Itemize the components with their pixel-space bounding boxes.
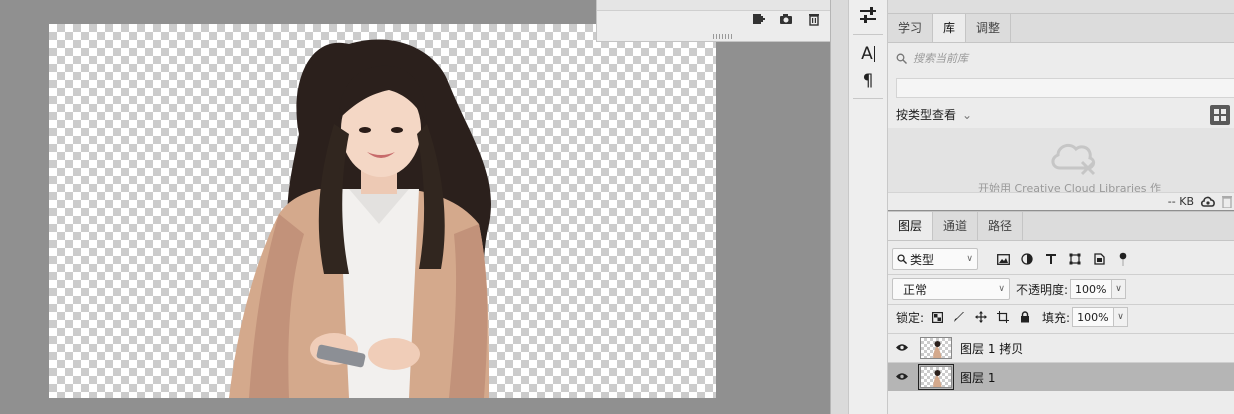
fill-label: 填充: [1042, 310, 1071, 325]
layer-thumbnail [918, 364, 954, 390]
chevron-down-icon: ⌄ [962, 107, 973, 122]
subject-cutout-image [229, 39, 491, 398]
vertical-divider-strip[interactable] [830, 0, 848, 414]
view-by-type-dropdown[interactable]: 按类型查看 ⌄ [896, 106, 972, 123]
new-document-from-state-icon[interactable] [751, 12, 765, 29]
chevron-down-icon: ∨ [998, 284, 1005, 294]
filter-adjustment-layers-icon[interactable] [1018, 250, 1036, 268]
panel-tools-column: A ¶ [848, 0, 888, 414]
lock-position-icon[interactable] [972, 308, 990, 326]
lock-all-icon[interactable] [1016, 308, 1034, 326]
history-panel-header[interactable] [597, 0, 847, 11]
fill-input[interactable]: 100% [1072, 307, 1115, 327]
document-canvas[interactable] [49, 24, 716, 398]
library-search-placeholder: 搜索当前库 [913, 52, 968, 65]
empty-state-message: 开始用 Creative Cloud Libraries 作 [978, 182, 1162, 192]
chevron-down-icon: ∨ [966, 254, 973, 264]
search-icon [896, 53, 907, 64]
layer-name[interactable]: 图层 1 拷贝 [960, 340, 1023, 357]
library-select-field[interactable] [896, 78, 1234, 98]
layer-thumbnail [920, 337, 952, 359]
layer-name[interactable]: 图层 1 [960, 369, 995, 386]
layer-row-selected[interactable]: 图层 1 [888, 363, 1234, 391]
storage-size: -- KB [1167, 195, 1194, 208]
character-glyph: A [861, 44, 873, 64]
eye-icon[interactable] [888, 370, 916, 384]
character-icon[interactable]: A [857, 43, 879, 65]
libraries-tabs: 学习 库 调整 [888, 14, 1234, 43]
opacity-input[interactable]: 100% [1070, 279, 1113, 299]
filter-toggle-icon[interactable] [1114, 250, 1132, 268]
lock-transparent-pixels-icon[interactable] [928, 308, 946, 326]
tab-paths[interactable]: 路径 [978, 212, 1024, 240]
resize-grip[interactable] [713, 34, 733, 39]
layer-filter-kind-value: 类型 [910, 252, 935, 267]
tools-separator [853, 98, 883, 99]
layer-row[interactable]: 图层 1 拷贝 [888, 334, 1234, 362]
filter-pixel-layers-icon[interactable] [994, 250, 1012, 268]
adjust-sliders-icon[interactable] [857, 4, 879, 26]
library-search[interactable]: 搜索当前库 [896, 50, 968, 66]
paragraph-icon[interactable]: ¶ [857, 70, 879, 92]
trash-icon[interactable] [1222, 195, 1232, 208]
blend-mode-value: 正常 [903, 282, 928, 297]
tab-layers[interactable]: 图层 [888, 212, 934, 240]
tools-separator [853, 34, 883, 35]
lock-image-pixels-icon[interactable] [950, 308, 968, 326]
library-footer: -- KB [888, 192, 1234, 210]
tab-adjustments[interactable]: 调整 [966, 14, 1012, 42]
opacity-label: 不透明度: [1016, 282, 1069, 297]
camera-snapshot-icon[interactable] [779, 12, 793, 29]
filter-type-layers-icon[interactable] [1042, 250, 1060, 268]
canvas-workspace[interactable] [0, 0, 830, 414]
lock-label: 锁定: [896, 310, 925, 325]
tab-learn[interactable]: 学习 [888, 14, 934, 42]
search-icon [897, 254, 907, 264]
trash-icon[interactable] [807, 12, 821, 29]
divider [888, 274, 1234, 275]
opacity-slider-toggle[interactable]: ∨ [1112, 279, 1127, 299]
library-empty-state: 开始用 Creative Cloud Libraries 作 [888, 128, 1234, 192]
fill-slider-toggle[interactable]: ∨ [1114, 307, 1129, 327]
libraries-panel: 学习 库 调整 搜索当前库 按类型查看 ⌄ 开始用 Creative Cloud… [888, 14, 1234, 210]
divider [888, 304, 1234, 305]
view-by-type-label: 按类型查看 [896, 108, 957, 122]
eye-icon[interactable] [888, 341, 916, 355]
filter-smart-objects-icon[interactable] [1090, 250, 1108, 268]
panel-dock-top-strip [888, 0, 1234, 14]
lock-artboard-icon[interactable] [994, 308, 1012, 326]
cloud-disconnected-icon [1051, 143, 1096, 176]
layers-tabs: 图层 通道 路径 [888, 212, 1234, 241]
filter-shape-layers-icon[interactable] [1066, 250, 1084, 268]
layers-panel: 图层 通道 路径 类型 ∨ 正常 ∨ 不透明度: 100% ∨ 锁定: 填充: … [888, 211, 1234, 414]
grid-view-button[interactable] [1210, 105, 1230, 125]
layer-filter-kind-select[interactable]: 类型 ∨ [892, 248, 978, 270]
history-panel [596, 0, 848, 42]
tab-libraries[interactable]: 库 [933, 14, 967, 42]
tab-channels[interactable]: 通道 [933, 212, 979, 240]
sync-cloud-icon[interactable] [1200, 195, 1216, 209]
blend-mode-select[interactable]: 正常 ∨ [892, 278, 1010, 300]
